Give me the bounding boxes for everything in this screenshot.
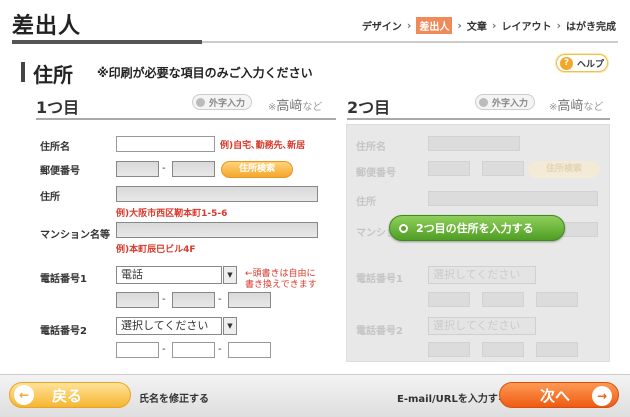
section-note: ※印刷が必要な項目のみご入力ください bbox=[97, 66, 313, 80]
column2-divider bbox=[347, 118, 610, 120]
phone1-input-3[interactable] bbox=[228, 292, 271, 308]
address-name-input[interactable] bbox=[116, 136, 215, 152]
dash: - bbox=[218, 294, 222, 305]
phone2-input-3[interactable] bbox=[228, 342, 271, 358]
phone2-input-2-1 bbox=[428, 342, 470, 357]
step-complete[interactable]: はがき完成 bbox=[566, 18, 616, 33]
section-title: 住所 bbox=[33, 63, 73, 87]
gaiji-note-1: ※高﨑など bbox=[268, 95, 322, 114]
chevron-down-icon[interactable]: ▼ bbox=[223, 266, 237, 284]
address-name-hint: 例)自宅､勤務先､新居 bbox=[220, 141, 306, 151]
step-layout[interactable]: レイアウト bbox=[501, 18, 551, 33]
address-input[interactable] bbox=[116, 186, 318, 202]
address-name-label: 住所名 bbox=[40, 142, 70, 153]
bullet-icon bbox=[479, 97, 488, 107]
phone1-hint-line2: 書き換えできます bbox=[245, 280, 317, 290]
section-marker bbox=[21, 62, 25, 82]
postal-code-label-2: 郵便番号 bbox=[356, 168, 396, 179]
gaiji-input-button-2[interactable]: 外字入力 bbox=[475, 94, 536, 110]
postal-code-input-2-2 bbox=[482, 161, 524, 176]
step-breadcrumb: デザイン › 差出人 › 文章 › レイアウト › はがき完成 bbox=[362, 17, 616, 34]
phone1-input-2-2 bbox=[482, 292, 524, 307]
back-label: 戻る bbox=[52, 386, 83, 405]
phone1-input-1[interactable] bbox=[116, 292, 159, 308]
phone1-select-value: 電話 bbox=[121, 268, 143, 281]
page-title: 差出人 bbox=[12, 14, 82, 39]
address-label: 住所 bbox=[40, 192, 60, 203]
phone2-input-2-3 bbox=[536, 342, 578, 357]
phone2-input-2[interactable] bbox=[172, 342, 215, 358]
dash: - bbox=[162, 163, 166, 174]
column1-divider bbox=[36, 118, 336, 120]
phone1-type-select-2: 選択してください bbox=[428, 266, 536, 284]
address-label-2: 住所 bbox=[356, 197, 376, 208]
next-description: E-mail/URLを入力する bbox=[397, 394, 508, 405]
gaiji-example-chars: 高﨑 bbox=[276, 99, 303, 114]
back-description: 氏名を修正する bbox=[139, 394, 209, 405]
phone2-type-select[interactable]: 選択してください ▼ bbox=[116, 317, 237, 335]
step-design[interactable]: デザイン bbox=[362, 18, 402, 33]
address-search-button[interactable]: 住所検索 bbox=[221, 161, 293, 178]
chevron-right-icon: › bbox=[491, 19, 497, 32]
column1-heading: 1つ目 bbox=[36, 98, 80, 117]
phone1-input-2-1 bbox=[428, 292, 470, 307]
gaiji-button-label: 外字入力 bbox=[209, 98, 246, 109]
postal-code-input-2[interactable] bbox=[172, 161, 215, 177]
address-name-label-2: 住所名 bbox=[356, 142, 386, 153]
phone2-label-2: 電話番号2 bbox=[356, 326, 403, 337]
header-bar: 差出人 デザイン › 差出人 › 文章 › レイアウト › はがき完成 bbox=[0, 0, 630, 44]
building-hint: 例)本町辰巳ビル4F bbox=[116, 245, 196, 255]
postal-code-input-2-1 bbox=[428, 161, 470, 176]
next-label: 次へ bbox=[540, 386, 571, 405]
dash: - bbox=[162, 344, 166, 355]
phone1-label: 電話番号1 bbox=[40, 274, 87, 285]
chevron-down-icon[interactable]: ▼ bbox=[223, 317, 237, 335]
gaiji-example-chars: 高﨑 bbox=[557, 99, 584, 114]
phone2-label: 電話番号2 bbox=[40, 326, 87, 337]
help-button[interactable]: ? ヘルプ bbox=[556, 54, 608, 72]
dash: - bbox=[162, 294, 166, 305]
gaiji-button-label: 外字入力 bbox=[492, 98, 529, 109]
help-label: ヘルプ bbox=[577, 59, 605, 70]
chevron-right-icon: › bbox=[406, 19, 412, 32]
address-input-2 bbox=[428, 191, 598, 206]
radio-ring-icon bbox=[399, 223, 408, 233]
header-divider bbox=[202, 41, 618, 43]
postal-code-input-1[interactable] bbox=[116, 161, 159, 177]
phone2-input-1[interactable] bbox=[116, 342, 159, 358]
phone1-input-2[interactable] bbox=[172, 292, 215, 308]
gaiji-note-2: ※高﨑など bbox=[549, 95, 603, 114]
phone1-input-2-3 bbox=[536, 292, 578, 307]
phone1-type-select[interactable]: 電話 ▼ bbox=[116, 266, 237, 284]
bullet-icon bbox=[196, 97, 205, 107]
arrow-left-icon: ← bbox=[14, 385, 34, 405]
phone2-type-select-2: 選択してください bbox=[428, 317, 536, 335]
column2-heading: 2つ目 bbox=[347, 98, 391, 117]
address-name-input-2 bbox=[428, 136, 520, 151]
step-message[interactable]: 文章 bbox=[467, 18, 487, 33]
building-label: マンション名等 bbox=[40, 230, 110, 241]
address-search-button-2: 住所検索 bbox=[528, 161, 600, 178]
arrow-right-icon: → bbox=[592, 386, 612, 406]
chevron-right-icon: › bbox=[457, 19, 462, 32]
postal-code-label: 郵便番号 bbox=[40, 166, 80, 177]
phone1-label-2: 電話番号1 bbox=[356, 274, 403, 285]
enable-second-address-label: 2つ目の住所を入力する bbox=[416, 222, 534, 235]
building-input[interactable] bbox=[116, 222, 318, 238]
question-icon: ? bbox=[560, 56, 573, 70]
gaiji-input-button-1[interactable]: 外字入力 bbox=[192, 94, 253, 110]
gaiji-note-suffix: など bbox=[583, 102, 604, 113]
step-sender: 差出人 bbox=[416, 17, 453, 34]
phone2-input-2-2 bbox=[482, 342, 524, 357]
address-hint: 例)大阪市西区靭本町1-5-6 bbox=[116, 209, 228, 219]
dash: - bbox=[218, 344, 222, 355]
back-button[interactable]: ← 戻る bbox=[9, 382, 131, 408]
next-button[interactable]: 次へ → bbox=[499, 382, 619, 408]
phone2-select-value: 選択してください bbox=[121, 319, 209, 332]
chevron-right-icon: › bbox=[556, 19, 561, 32]
enable-second-address-button[interactable]: 2つ目の住所を入力する bbox=[389, 215, 565, 241]
progress-underline bbox=[12, 40, 202, 44]
gaiji-note-suffix: など bbox=[302, 102, 323, 113]
